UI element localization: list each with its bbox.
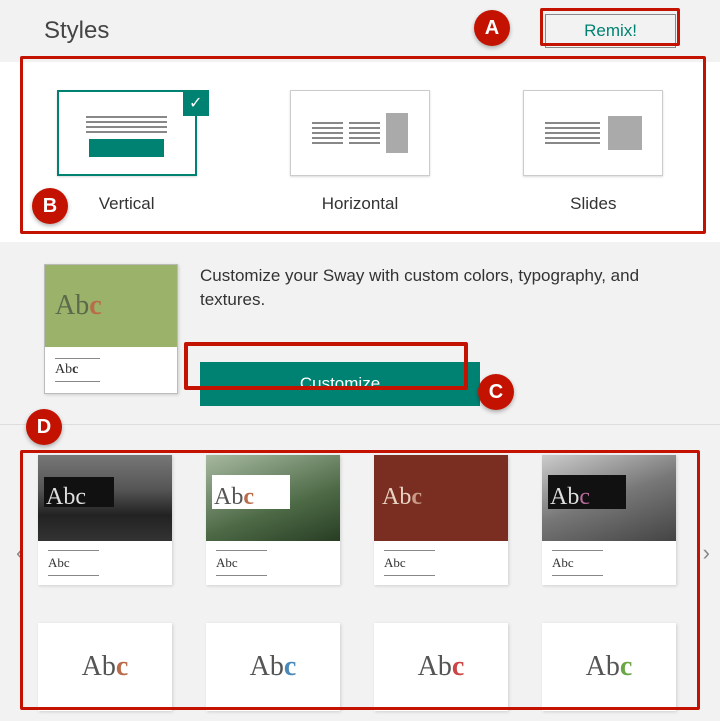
- layout-label-slides: Slides: [570, 194, 616, 214]
- layout-option-vertical[interactable]: ✓ Vertical: [57, 90, 197, 214]
- layout-thumb-horizontal: [290, 90, 430, 176]
- layout-section: ✓ Vertical Horizontal Slides: [0, 62, 720, 242]
- gallery-row-2: Abc Abc Abc Abc: [38, 623, 682, 711]
- layout-label-vertical: Vertical: [99, 194, 155, 214]
- gallery-next-icon[interactable]: ›: [703, 540, 710, 566]
- style-card[interactable]: Abc: [374, 623, 508, 711]
- header: Styles Remix!: [0, 0, 720, 62]
- layout-option-slides[interactable]: Slides: [523, 90, 663, 214]
- customize-description: Customize your Sway with custom colors, …: [200, 264, 680, 312]
- layout-thumb-slides: [523, 90, 663, 176]
- style-card[interactable]: Abc: [206, 623, 340, 711]
- check-icon: ✓: [183, 90, 209, 116]
- customize-section: Abc Abc Customize your Sway with custom …: [0, 242, 720, 425]
- style-card[interactable]: Abc: [38, 623, 172, 711]
- layout-thumb-vertical: ✓: [57, 90, 197, 176]
- gallery-row-1: Abc Abc Abc Abc Abc Abc Abc Abc: [38, 455, 682, 585]
- layout-option-horizontal[interactable]: Horizontal: [290, 90, 430, 214]
- customize-button[interactable]: Customize: [200, 362, 480, 406]
- style-card[interactable]: Abc: [542, 623, 676, 711]
- style-card[interactable]: Abc Abc: [38, 455, 172, 585]
- thumb-sample-small: Abc: [55, 362, 167, 378]
- current-style-thumb: Abc Abc: [44, 264, 178, 394]
- layout-label-horizontal: Horizontal: [322, 194, 399, 214]
- remix-button[interactable]: Remix!: [545, 14, 676, 48]
- style-card[interactable]: Abc Abc: [542, 455, 676, 585]
- style-card[interactable]: Abc Abc: [206, 455, 340, 585]
- gallery-prev-icon[interactable]: ‹: [16, 540, 23, 566]
- style-gallery: Abc Abc Abc Abc Abc Abc Abc Abc Abc Abc …: [0, 425, 720, 721]
- page-title: Styles: [44, 17, 109, 45]
- style-card[interactable]: Abc Abc: [374, 455, 508, 585]
